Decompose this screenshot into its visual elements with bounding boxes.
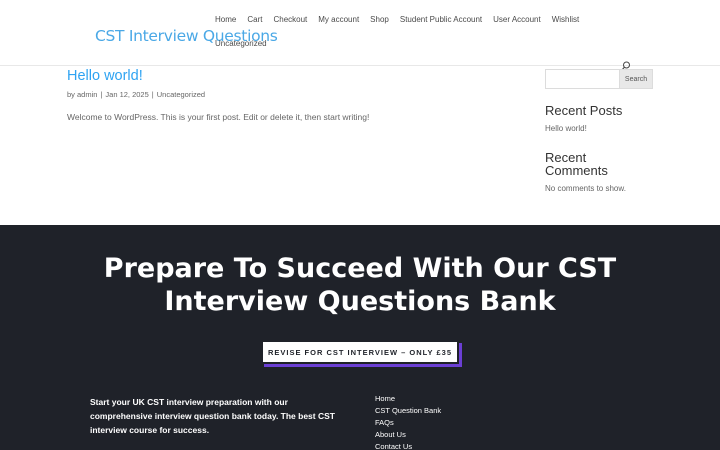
nav-wishlist[interactable]: Wishlist <box>552 15 580 24</box>
post-meta-by: by <box>67 90 78 99</box>
search-form: Search <box>545 69 653 89</box>
revise-cta-button[interactable]: REVISE FOR CST INTERVIEW – ONLY £35 <box>261 340 459 364</box>
nav-home[interactable]: Home <box>215 15 236 24</box>
hero-title-line1: Prepare To Succeed With Our CST <box>103 253 617 284</box>
post-meta: by admin | Jan 12, 2025 | Uncategorized <box>67 90 487 99</box>
meta-separator: | <box>151 90 154 99</box>
nav-uncategorized[interactable]: Uncategorized <box>215 39 267 48</box>
search-button[interactable]: Search <box>620 69 653 89</box>
post-title[interactable]: Hello world! <box>67 67 487 85</box>
search-input[interactable] <box>545 69 620 89</box>
nav-shop[interactable]: Shop <box>370 15 389 24</box>
footer-link-cst-question-bank[interactable]: CST Question Bank <box>375 405 495 417</box>
nav-checkout[interactable]: Checkout <box>273 15 307 24</box>
recent-comments-empty: No comments to show. <box>545 184 626 193</box>
nav-cart[interactable]: Cart <box>247 15 262 24</box>
recent-comments-title: Recent Comments <box>545 151 608 177</box>
post-author[interactable]: admin <box>77 90 97 99</box>
meta-separator: | <box>100 90 103 99</box>
site-header: CST Interview Questions Home Cart Checko… <box>0 0 720 66</box>
recent-posts-title: Recent Posts <box>545 103 623 118</box>
post-category[interactable]: Uncategorized <box>157 90 205 99</box>
post-excerpt: Welcome to WordPress. This is your first… <box>67 112 370 122</box>
post-article: Hello world! by admin | Jan 12, 2025 | Uncat… <box>67 67 487 122</box>
nav-user-account[interactable]: User Account <box>493 15 541 24</box>
footer-link-about-us[interactable]: About Us <box>375 429 495 441</box>
nav-my-account[interactable]: My account <box>318 15 359 24</box>
post-date: Jan 12, 2025 <box>105 90 149 99</box>
footer-links: Home CST Question Bank FAQs About Us Con… <box>375 393 495 450</box>
nav-student-public-account[interactable]: Student Public Account <box>400 15 482 24</box>
footer-description: Start your UK CST interview preparation … <box>90 397 335 435</box>
hero-title-line2: Interview Questions Bank <box>164 286 556 317</box>
promo-section: Prepare To Succeed With Our CST Intervie… <box>0 225 720 450</box>
main-nav: Home Cart Checkout My account Shop Stude… <box>215 15 595 48</box>
footer-link-contact-us[interactable]: Contact Us <box>375 441 495 450</box>
recent-comments-title-line2: Comments <box>545 163 608 178</box>
hero-title: Prepare To Succeed With Our CST Intervie… <box>60 252 660 318</box>
recent-post-link[interactable]: Hello world! <box>545 124 587 133</box>
footer-link-faqs[interactable]: FAQs <box>375 417 495 429</box>
footer-link-home[interactable]: Home <box>375 393 495 405</box>
